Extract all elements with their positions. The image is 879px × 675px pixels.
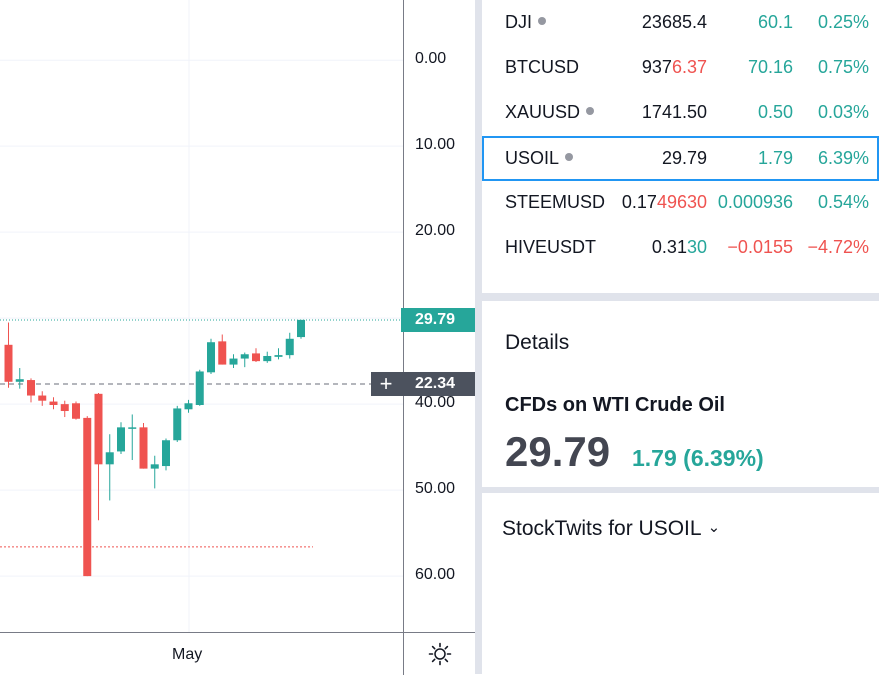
- crosshair-price-badge: 22.34: [401, 372, 475, 396]
- panel-divider[interactable]: [482, 293, 879, 301]
- watchlist-symbol: HIVEUSDT: [505, 237, 597, 257]
- watchlist-last-price: 29.79: [661, 148, 707, 168]
- market-status-dot-icon: [565, 153, 574, 162]
- candle: [274, 355, 283, 357]
- candle: [173, 408, 182, 441]
- market-status-dot-icon: [538, 17, 546, 26]
- stocktwits-dropdown[interactable]: StockTwits for USOIL ⌄: [502, 517, 720, 541]
- candle: [105, 452, 114, 465]
- last-price-badge: 29.79: [401, 307, 475, 332]
- watchlist-change: −0.0155: [727, 237, 793, 257]
- candle: [72, 403, 80, 419]
- price-axis[interactable]: 60.0050.0040.0030.0020.0010.000.0029.792…: [401, 0, 476, 632]
- watchlist-last-price: 9376.37: [641, 57, 707, 77]
- market-status-dot-icon: [586, 107, 595, 116]
- price-axis-label: 40.00: [415, 394, 456, 412]
- candle: [4, 344, 13, 382]
- watchlist-change-percent: 0.03%: [817, 102, 869, 122]
- watchlist-row-usoil[interactable]: USOIL 29.79 1.79 6.39%: [482, 136, 879, 181]
- candle: [184, 403, 193, 410]
- watchlist-symbol: DJI: [505, 12, 546, 33]
- candle: [297, 319, 305, 338]
- watchlist-change-percent: 0.54%: [817, 192, 869, 212]
- details-panel: Details CFDs on WTI Crude Oil 29.79 1.79…: [482, 301, 879, 487]
- watchlist-change: 1.79: [757, 148, 793, 168]
- candle: [218, 341, 227, 365]
- time-axis[interactable]: May: [0, 632, 403, 675]
- candle: [60, 404, 69, 412]
- candle: [207, 342, 215, 373]
- watchlist-change-percent: 0.25%: [817, 12, 869, 32]
- candle: [229, 358, 238, 365]
- price-axis-label: 0.00: [415, 50, 447, 68]
- watchlist-symbol: XAUUSD: [505, 102, 595, 123]
- watchlist-row-dji[interactable]: DJI 23685.4 60.1 0.25%: [482, 0, 879, 45]
- price-axis-label: 60.00: [415, 566, 456, 584]
- candle: [240, 354, 249, 359]
- price-axis-label: 50.00: [415, 480, 456, 498]
- watchlist-last-price: 23685.4: [641, 12, 707, 32]
- details-change: 1.79 (6.39%): [632, 445, 764, 471]
- details-price: 29.79: [505, 428, 611, 475]
- candle: [285, 338, 294, 356]
- candle: [117, 427, 125, 452]
- watchlist-change: 70.16: [747, 57, 793, 77]
- watchlist-change-percent: 6.39%: [817, 148, 869, 168]
- candle: [94, 393, 103, 465]
- candle: [263, 355, 272, 362]
- panel-resize-handle[interactable]: [475, 0, 482, 674]
- watchlist-symbol: USOIL: [505, 148, 574, 169]
- panel-divider[interactable]: [482, 487, 879, 493]
- watchlist-last-price: 1741.50: [641, 102, 707, 122]
- watchlist-change: 0.000936: [717, 192, 793, 212]
- watchlist-last-price: 0.1749630: [621, 192, 707, 212]
- watchlist-row-xauusd[interactable]: XAUUSD 1741.50 0.50 0.03%: [482, 90, 879, 135]
- watchlist-change-percent: −4.72%: [807, 237, 869, 257]
- chart-pane[interactable]: [0, 0, 403, 632]
- candle: [49, 401, 58, 405]
- candle: [27, 380, 35, 396]
- watchlist-change: 0.50: [757, 102, 793, 122]
- candle: [139, 427, 148, 469]
- candle: [15, 379, 24, 382]
- watchlist-last-price: 0.3130: [651, 237, 707, 257]
- stocktwits-label: StockTwits for USOIL: [502, 517, 702, 540]
- price-axis-label: 10.00: [415, 136, 456, 154]
- symbol-description: CFDs on WTI Crude Oil: [505, 394, 725, 416]
- watchlist-symbol: STEEMUSD: [505, 192, 606, 212]
- chevron-down-icon: ⌄: [707, 519, 721, 536]
- candle: [128, 427, 137, 429]
- details-title: Details: [505, 331, 570, 354]
- candle: [38, 395, 47, 401]
- watchlist-row-steemusd[interactable]: STEEMUSD 0.1749630 0.000936 0.54%: [482, 180, 879, 225]
- candle: [162, 440, 170, 467]
- time-axis-label: May: [172, 646, 203, 663]
- watchlist-row-hiveusdt[interactable]: HIVEUSDT 0.3130 −0.0155 −4.72%: [482, 225, 879, 270]
- candlestick-chart[interactable]: [0, 0, 403, 632]
- watchlist-change: 60.1: [757, 12, 793, 32]
- candle: [83, 417, 92, 577]
- right-panel: DJI 23685.4 60.1 0.25% BTCUSD 9376.37 70.16 0.7…: [482, 0, 879, 674]
- chart-settings-button[interactable]: [403, 632, 476, 675]
- candle: [150, 464, 159, 469]
- add-alert-plus-button[interactable]: +: [371, 372, 401, 396]
- watchlist-symbol: BTCUSD: [505, 57, 580, 77]
- candle: [252, 353, 260, 362]
- watchlist-row-btcusd[interactable]: BTCUSD 9376.37 70.16 0.75%: [482, 45, 879, 90]
- gear-icon: [428, 642, 452, 666]
- watchlist: DJI 23685.4 60.1 0.25% BTCUSD 9376.37 70.16 0.7…: [482, 0, 879, 291]
- candle: [195, 371, 204, 405]
- price-axis-label: 20.00: [415, 222, 456, 240]
- watchlist-change-percent: 0.75%: [817, 57, 869, 77]
